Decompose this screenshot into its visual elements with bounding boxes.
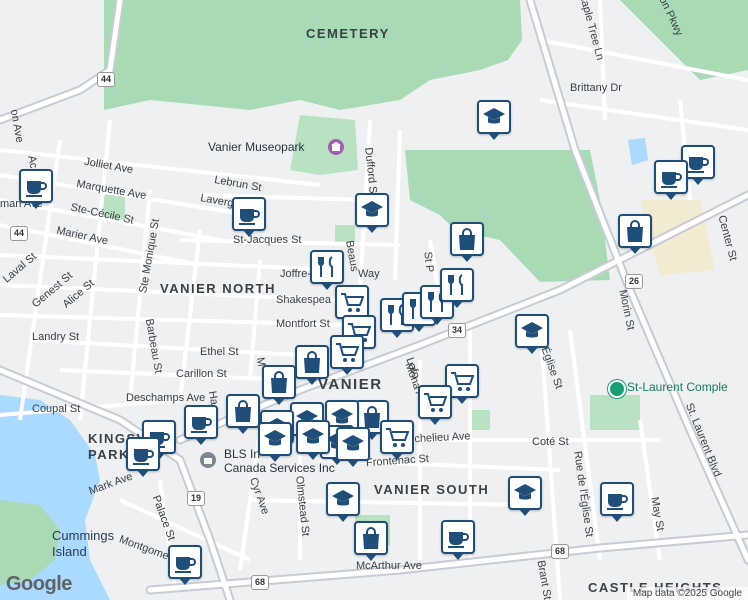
island-label-2: Island	[52, 544, 87, 559]
school-marker[interactable]	[515, 314, 549, 354]
area-label-vanier-north: VANIER NORTH	[160, 281, 276, 296]
shopping-marker[interactable]	[354, 521, 388, 561]
school-marker[interactable]	[296, 420, 330, 460]
shopping-icon	[300, 351, 324, 373]
coffee-icon	[237, 203, 261, 225]
google-logo: Google	[6, 573, 72, 595]
restaurant-icon	[315, 256, 339, 278]
small-green-4	[470, 410, 490, 430]
area-label-vanier-south: VANIER SOUTH	[374, 482, 490, 497]
road-shield-44: 44	[10, 226, 29, 241]
school-icon	[331, 488, 355, 510]
map-base	[0, 0, 748, 600]
coffee-marker[interactable]	[232, 197, 266, 237]
shopping-marker[interactable]	[226, 394, 260, 434]
school-icon	[513, 482, 537, 504]
restaurant-marker[interactable]	[440, 268, 474, 308]
road-shield-26: 26	[625, 274, 644, 289]
coffee-marker[interactable]	[654, 160, 688, 200]
school-marker[interactable]	[508, 476, 542, 516]
coffee-icon	[659, 166, 683, 188]
coffee-icon	[686, 151, 710, 173]
street-label-cote: Coté St	[532, 436, 569, 448]
street-label-brittany: Brittany Dr	[570, 82, 622, 94]
area-label-vanier: VANIER	[318, 376, 383, 393]
street-label-ac: Ac	[25, 154, 40, 170]
coffee-marker[interactable]	[184, 405, 218, 445]
street-label-shakespeare: Shakespea	[276, 294, 332, 306]
street-label-landry: Landry St	[32, 331, 80, 343]
street-label-carillon: Carillon St	[176, 368, 227, 380]
school-marker[interactable]	[326, 482, 360, 522]
grocery-marker[interactable]	[380, 420, 414, 460]
map-data-credit[interactable]: Map data ©2025 Google	[626, 587, 748, 600]
map-canvas[interactable]: CEMETERY VANIER NORTH VANIER VANIER SOUT…	[0, 0, 748, 600]
restaurant-icon	[445, 274, 469, 296]
poi-st-laurent-label: St-Laurent Comple	[627, 380, 728, 394]
small-green-2	[590, 395, 640, 430]
school-marker[interactable]	[336, 427, 370, 467]
poi-bls-label-1: BLS In	[224, 447, 261, 461]
shopping-icon	[623, 220, 647, 242]
grocery-marker[interactable]	[330, 335, 364, 375]
place-pin-icon[interactable]	[608, 380, 626, 398]
grocery-marker[interactable]	[418, 385, 452, 425]
shopping-marker[interactable]	[618, 214, 652, 254]
school-icon	[341, 433, 365, 455]
coffee-icon	[173, 551, 197, 573]
road-shield-34: 34	[448, 323, 467, 338]
poi-museopark-label: Vanier Museopark	[208, 140, 305, 154]
street-label-deschamps: Deschamps Ave	[126, 392, 206, 404]
restaurant-marker[interactable]	[310, 250, 344, 290]
shopping-icon	[267, 371, 291, 393]
street-label-montfort: Montfort St	[276, 318, 330, 330]
school-icon	[263, 428, 287, 450]
street-label-ethel: Ethel St	[200, 346, 239, 358]
coffee-icon	[446, 526, 470, 548]
coffee-marker[interactable]	[19, 169, 53, 209]
school-marker[interactable]	[258, 422, 292, 462]
road-shield-68: 68	[551, 544, 570, 559]
school-icon	[520, 320, 544, 342]
school-marker[interactable]	[355, 193, 389, 233]
poi-bls-label-2: Canada Services Inc	[224, 461, 335, 475]
area-label-cemetery: CEMETERY	[306, 26, 390, 41]
coffee-icon	[131, 443, 155, 465]
coffee-icon	[605, 488, 629, 510]
shopping-marker[interactable]	[262, 365, 296, 405]
grocery-icon	[385, 426, 409, 448]
shopping-marker[interactable]	[295, 345, 329, 385]
school-icon	[360, 199, 384, 221]
museum-icon	[328, 139, 344, 155]
bank-icon	[200, 452, 216, 468]
street-label-way: Way	[358, 268, 380, 280]
school-icon	[482, 106, 506, 128]
street-label-st-p: St P	[421, 251, 436, 273]
grocery-icon	[450, 370, 474, 392]
grocery-icon	[340, 291, 364, 313]
shopping-icon	[455, 228, 479, 250]
coffee-marker[interactable]	[126, 437, 160, 477]
shopping-icon	[359, 527, 383, 549]
coffee-marker[interactable]	[168, 545, 202, 585]
grocery-icon	[423, 391, 447, 413]
shopping-icon	[231, 400, 255, 422]
street-label-coupal: Coupal St	[32, 403, 81, 415]
coffee-marker[interactable]	[600, 482, 634, 522]
coffee-marker[interactable]	[441, 520, 475, 560]
school-marker[interactable]	[477, 100, 511, 140]
coffee-icon	[189, 411, 213, 433]
road-shield-19: 19	[187, 491, 206, 506]
grocery-marker[interactable]	[335, 285, 369, 325]
shopping-marker[interactable]	[450, 222, 484, 262]
road-shield-68: 68	[251, 575, 270, 590]
street-label-mcarthur: McArthur Ave	[356, 560, 422, 572]
coffee-icon	[24, 175, 48, 197]
road-shield-44: 44	[97, 72, 116, 87]
grocery-icon	[335, 341, 359, 363]
area-label-park: PARK	[88, 447, 130, 462]
school-icon	[301, 426, 325, 448]
street-label-ha: Ha	[205, 390, 221, 406]
island-label-1: Cummings	[52, 528, 115, 543]
